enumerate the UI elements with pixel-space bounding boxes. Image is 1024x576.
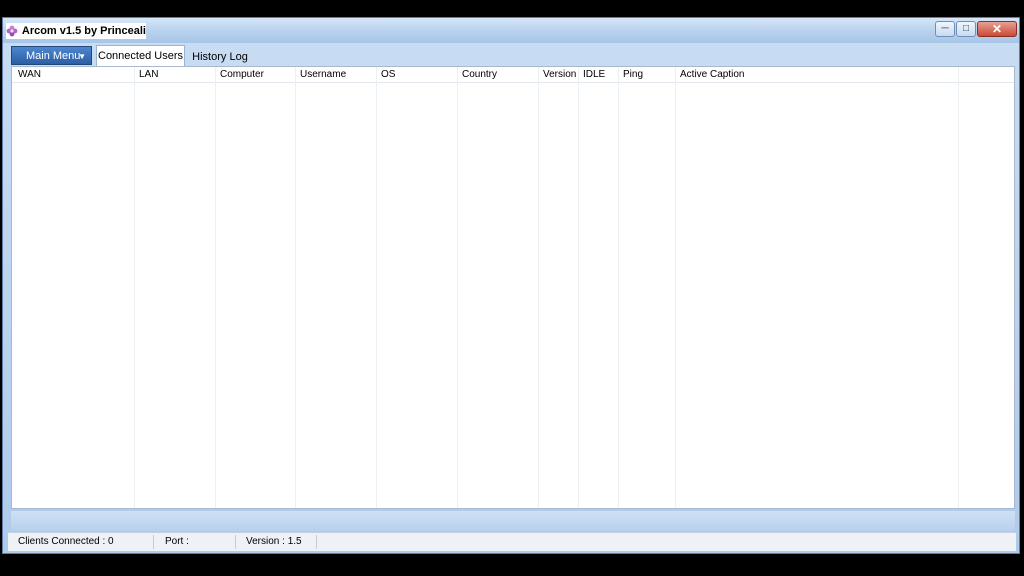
tab-connected-users[interactable]: Connected Users bbox=[96, 45, 185, 66]
caret-down-icon: ▼ bbox=[78, 52, 86, 61]
column-header-computer[interactable]: Computer bbox=[220, 69, 264, 80]
column-divider[interactable] bbox=[618, 67, 619, 508]
connected-users-list[interactable]: WAN LAN Computer Username OS Country Ver… bbox=[11, 66, 1015, 509]
column-header-ping[interactable]: Ping bbox=[623, 69, 643, 80]
status-divider bbox=[153, 535, 154, 549]
column-divider[interactable] bbox=[958, 67, 959, 508]
column-divider[interactable] bbox=[578, 67, 579, 508]
minimize-button[interactable]: ─ bbox=[935, 21, 955, 37]
column-divider[interactable] bbox=[538, 67, 539, 508]
column-divider[interactable] bbox=[376, 67, 377, 508]
version-status: Version : 1.5 bbox=[246, 536, 302, 547]
maximize-button[interactable]: □ bbox=[956, 21, 976, 37]
tab-history-log[interactable]: History Log bbox=[187, 47, 253, 66]
tab-label: History Log bbox=[192, 50, 248, 63]
column-divider[interactable] bbox=[457, 67, 458, 508]
clients-connected-status: Clients Connected : 0 bbox=[18, 536, 114, 547]
column-divider[interactable] bbox=[134, 67, 135, 508]
column-header-version[interactable]: Version bbox=[543, 69, 576, 80]
column-header-wan[interactable]: WAN bbox=[18, 69, 41, 80]
status-divider bbox=[316, 535, 317, 549]
column-divider[interactable] bbox=[215, 67, 216, 508]
maximize-icon: □ bbox=[962, 23, 970, 34]
port-status: Port : bbox=[165, 536, 189, 547]
main-menu-button[interactable]: Main Menu ▼ bbox=[11, 46, 92, 65]
tab-label: Connected Users bbox=[98, 50, 183, 62]
column-header-country[interactable]: Country bbox=[462, 69, 497, 80]
status-bar: Clients Connected : 0 Port : Version : 1… bbox=[8, 532, 1016, 551]
column-header-username[interactable]: Username bbox=[300, 69, 346, 80]
column-divider[interactable] bbox=[675, 67, 676, 508]
close-button[interactable]: ✕ bbox=[977, 21, 1017, 37]
close-icon: ✕ bbox=[991, 22, 1003, 36]
main-menu-label: Main Menu bbox=[26, 49, 81, 62]
app-window: Arcom v1.5 by Princeali ─ □ ✕ Main Menu … bbox=[2, 17, 1020, 554]
column-header-lan[interactable]: LAN bbox=[139, 69, 158, 80]
status-divider bbox=[235, 535, 236, 549]
title-area: Arcom v1.5 by Princeali bbox=[6, 23, 146, 39]
window-title: Arcom v1.5 by Princeali bbox=[21, 25, 146, 37]
column-header-os[interactable]: OS bbox=[381, 69, 395, 80]
title-bar[interactable]: Arcom v1.5 by Princeali ─ □ ✕ bbox=[3, 18, 1019, 43]
column-header-active-caption[interactable]: Active Caption bbox=[680, 69, 744, 80]
column-divider[interactable] bbox=[295, 67, 296, 508]
bottom-panel bbox=[11, 511, 1015, 531]
column-header-idle[interactable]: IDLE bbox=[583, 69, 605, 80]
minimize-icon: ─ bbox=[941, 23, 949, 34]
tab-strip: Main Menu ▼ Connected Users History Log bbox=[11, 45, 1014, 66]
purple-flower-icon bbox=[6, 23, 19, 39]
list-header: WAN LAN Computer Username OS Country Ver… bbox=[12, 67, 1014, 83]
